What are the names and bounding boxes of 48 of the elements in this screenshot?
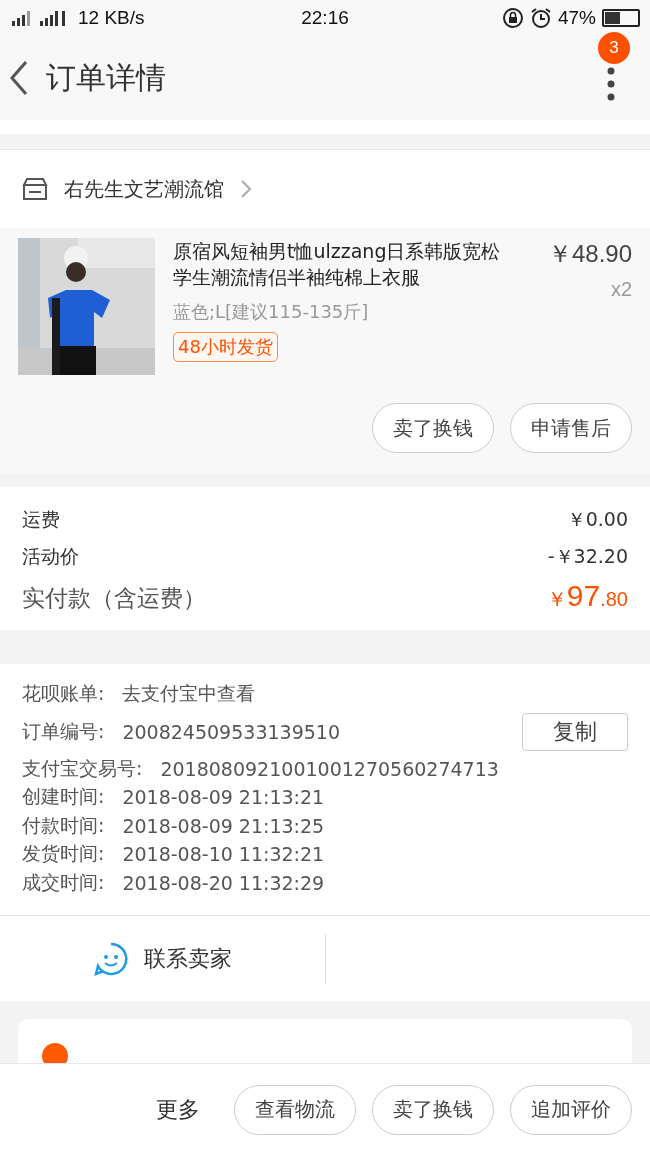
info-label: 发货时间: [22, 841, 105, 867]
info-label: 支付宝交易号: [22, 755, 143, 781]
info-value: 2018080921001001270560274713 [160, 757, 500, 780]
product-price: ￥48.90 [547, 239, 632, 269]
info-value: 200824509533139510 [122, 720, 341, 743]
product-title: 原宿风短袖男t恤ulzzang日系韩版宽松学生潮流情侣半袖纯棉上衣服 [173, 239, 502, 290]
more-icon[interactable] [607, 67, 615, 101]
action-button[interactable]: 追加评价 [510, 1084, 632, 1135]
fee-label: 活动价 [22, 543, 79, 569]
action-button[interactable]: 卖了换钱 [372, 403, 494, 453]
rotation-lock-icon [501, 7, 524, 29]
info-label: 创建时间: [22, 784, 105, 810]
battery-percent: 47% [557, 7, 596, 29]
fee-label: 运费 [22, 506, 60, 532]
product-variant: 蓝色;L[建议115-135斤] [173, 300, 369, 324]
info-value: 去支付宝中查看 [122, 681, 257, 707]
total-label: 实付款（含运费） [22, 584, 206, 613]
info-label: 成交时间: [22, 869, 105, 895]
copy-button[interactable]: 复制 [522, 712, 628, 751]
action-button[interactable]: 申请售后 [510, 403, 632, 453]
network-speed: 12 KB/s [78, 7, 145, 29]
info-label: 订单编号: [22, 718, 105, 744]
action-button[interactable]: 卖了换钱 [372, 1084, 494, 1135]
store-icon [22, 177, 48, 201]
currency-symbol: ￥ [546, 588, 567, 610]
info-value: 2018-08-20 11:32:29 [122, 871, 326, 894]
shipping-tag: 48小时发货 [173, 332, 278, 362]
info-value: 2018-08-10 11:32:21 [122, 843, 326, 866]
shop-name: 右先生文艺潮流馆 [64, 175, 224, 203]
notification-badge: 3 [598, 32, 630, 64]
page-title: 订单详情 [46, 58, 167, 97]
more-link[interactable]: 更多 [156, 1094, 200, 1125]
alarm-icon [529, 7, 552, 29]
total-decimal: .80 [600, 588, 628, 610]
info-label: 付款时间: [22, 812, 105, 838]
info-value: 2018-08-09 21:13:21 [122, 786, 326, 809]
clock: 22:16 [301, 7, 349, 29]
fee-value: ￥0.00 [566, 506, 628, 532]
battery-icon [602, 9, 640, 27]
fee-value: -￥32.20 [547, 543, 628, 569]
info-label: 花呗账单: [22, 681, 105, 707]
total-amount: 97 [566, 579, 601, 612]
back-icon[interactable] [8, 60, 30, 96]
chat-face-icon [93, 941, 128, 976]
info-value: 2018-08-09 21:13:25 [122, 814, 326, 837]
action-button[interactable]: 查看物流 [234, 1084, 356, 1135]
chevron-right-icon [240, 179, 252, 199]
product-quantity: x2 [610, 278, 632, 301]
